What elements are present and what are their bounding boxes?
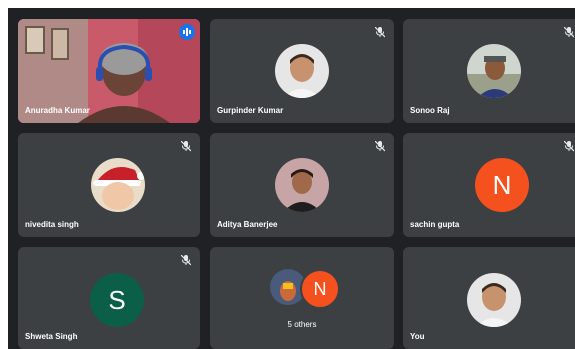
- participant-name: nivedita singh: [25, 220, 79, 229]
- avatar-initial: N: [300, 269, 340, 309]
- mic-off-icon: [375, 27, 385, 38]
- participant-name: Gurpinder Kumar: [217, 106, 284, 115]
- participant-tile-sachin[interactable]: N sachin gupta: [403, 133, 575, 237]
- participant-tile-gurpinder[interactable]: Gurpinder Kumar: [210, 19, 394, 123]
- avatar: [91, 158, 145, 212]
- participant-tile-shweta[interactable]: S Shweta Singh: [18, 247, 200, 349]
- participant-name: Sonoo Raj: [410, 106, 450, 115]
- mic-off-icon: [564, 27, 574, 38]
- participant-name: Anuradha Kumar: [25, 106, 90, 115]
- avatar-initial: N: [475, 158, 529, 212]
- mic-off-icon: [375, 141, 385, 152]
- meeting-grid: Anuradha Kumar Gurpinder Kumar Sonoo Raj…: [8, 8, 575, 349]
- others-count: 5 others: [287, 320, 317, 329]
- avatar: [467, 44, 521, 98]
- participant-tile-nivedita[interactable]: nivedita singh: [18, 133, 200, 237]
- avatar: [275, 158, 329, 212]
- avatar: [467, 273, 521, 327]
- participant-tile-you[interactable]: You: [403, 247, 575, 349]
- participant-name: Aditya Banerjee: [217, 220, 278, 229]
- participant-tile-anuradha[interactable]: Anuradha Kumar: [18, 19, 200, 123]
- mic-off-icon: [564, 141, 574, 152]
- avatar: [275, 44, 329, 98]
- participant-name: sachin gupta: [410, 220, 460, 229]
- mic-off-icon: [181, 255, 191, 266]
- participant-tile-sonoo[interactable]: Sonoo Raj: [403, 19, 575, 123]
- participant-tile-others[interactable]: N 5 others: [210, 247, 394, 349]
- avatar-initial: S: [90, 273, 144, 327]
- audio-wave-icon: [179, 24, 195, 40]
- participant-name: Shweta Singh: [25, 332, 78, 341]
- mic-off-icon: [181, 141, 191, 152]
- participant-tile-aditya[interactable]: Aditya Banerjee: [210, 133, 394, 237]
- participant-name: You: [410, 332, 425, 341]
